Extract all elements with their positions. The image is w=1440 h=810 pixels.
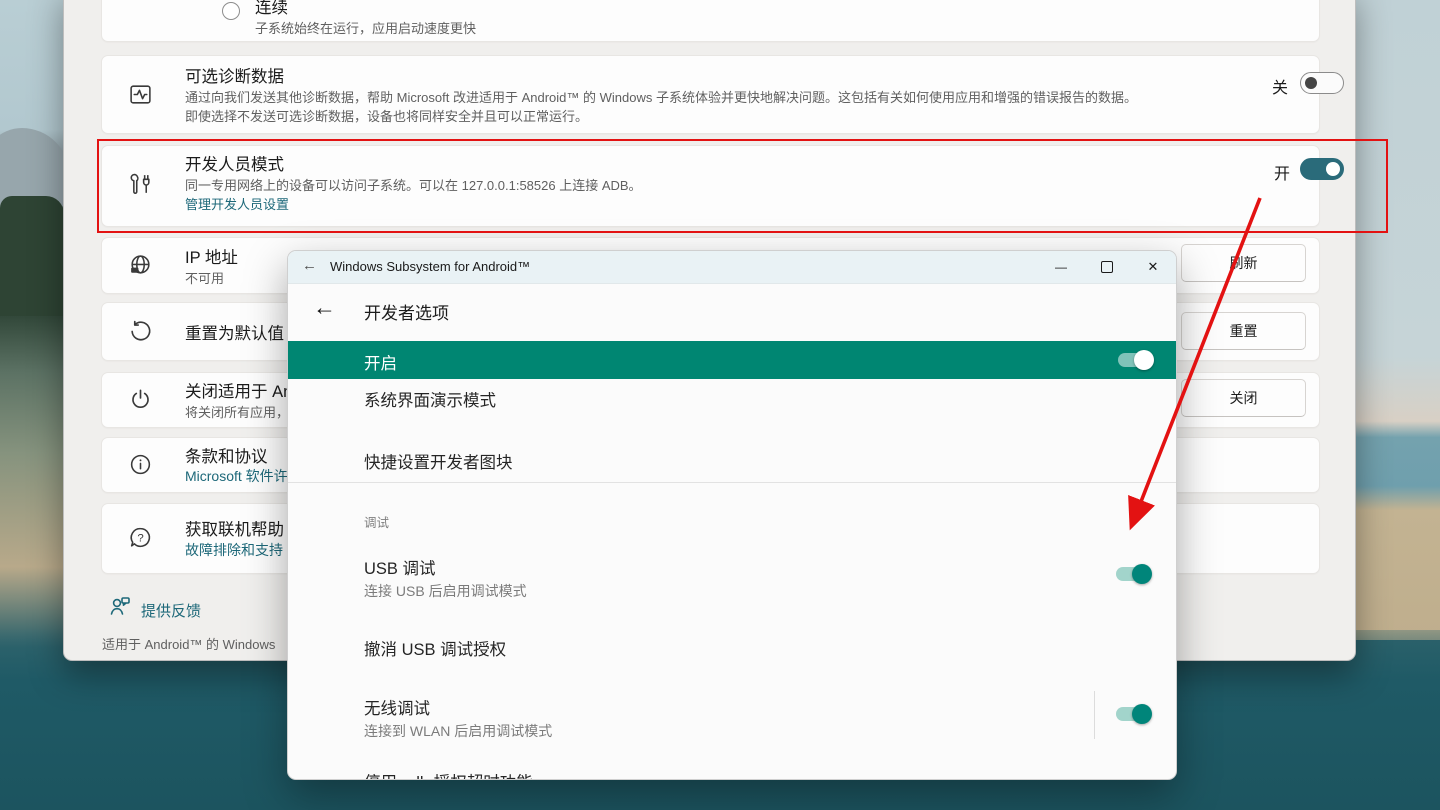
usb-debug-toggle[interactable] bbox=[1116, 564, 1154, 584]
diagnostic-desc-2: 即使选择不发送可选诊断数据，设备也将同样安全并且可以正常运行。 bbox=[185, 106, 588, 125]
close-button[interactable]: ✕ bbox=[1130, 251, 1176, 282]
footer-note: 适用于 Android™ 的 Windows bbox=[102, 634, 275, 653]
section-label-debug: 调试 bbox=[364, 512, 389, 531]
maximize-button[interactable] bbox=[1084, 251, 1130, 282]
card-continuous: 连续 子系统始终在运行，应用启动速度更快 bbox=[101, 0, 1320, 42]
row-disable-adb-timeout[interactable]: 停用 adb 授权超时功能 bbox=[364, 769, 533, 780]
row-usb-debug-subtitle: 连接 USB 后启用调试模式 bbox=[364, 581, 527, 601]
power-icon bbox=[128, 387, 153, 412]
developer-options-back-icon[interactable]: ← bbox=[313, 294, 336, 321]
help-title: 获取联机帮助 bbox=[185, 516, 284, 540]
reset-button[interactable]: 重置 bbox=[1181, 312, 1306, 350]
row-usb-debug-title[interactable]: USB 调试 bbox=[364, 555, 436, 579]
continuous-desc: 子系统始终在运行，应用启动速度更快 bbox=[255, 18, 476, 37]
dialog-titlebar[interactable]: ← Windows Subsystem for Android™ — ✕ bbox=[288, 251, 1176, 284]
shutdown-button[interactable]: 关闭 bbox=[1181, 379, 1306, 417]
row-wireless-debug-title[interactable]: 无线调试 bbox=[364, 695, 430, 719]
ip-globe-icon bbox=[128, 253, 153, 278]
shutdown-title: 关闭适用于 And bbox=[185, 378, 301, 402]
diagnostic-data-icon bbox=[128, 82, 153, 107]
row-wireless-debug-subtitle: 连接到 WLAN 后启用调试模式 bbox=[364, 721, 552, 741]
desktop: 连续 子系统始终在运行，应用启动速度更快 可选诊断数据 通过向我们发送其他诊断数… bbox=[0, 0, 1440, 810]
diagnostic-title: 可选诊断数据 bbox=[185, 63, 284, 87]
ip-subtitle: 不可用 bbox=[185, 268, 224, 287]
card-diagnostic: 可选诊断数据 通过向我们发送其他诊断数据，帮助 Microsoft 改进适用于 … bbox=[101, 55, 1320, 134]
wireless-debug-toggle[interactable] bbox=[1116, 704, 1154, 724]
diagnostic-toggle[interactable] bbox=[1300, 72, 1344, 94]
wallpaper-left-strip bbox=[0, 0, 64, 810]
close-icon: ✕ bbox=[1148, 259, 1159, 275]
feedback-link[interactable]: 提供反馈 bbox=[141, 600, 201, 621]
titlebar-back-icon[interactable]: ← bbox=[302, 257, 317, 274]
help-troubleshoot-link[interactable]: 故障排除和支持 | bbox=[185, 540, 291, 560]
wireless-row-separator bbox=[1094, 691, 1095, 739]
developer-options-master-bar[interactable]: 开启 bbox=[288, 341, 1176, 379]
shutdown-subtitle: 将关闭所有应用， bbox=[185, 402, 289, 421]
minimize-icon: — bbox=[1055, 260, 1067, 274]
terms-license-link[interactable]: Microsoft 软件许可 bbox=[185, 466, 302, 486]
reset-icon bbox=[128, 319, 153, 344]
wsa-developer-options-window: ← Windows Subsystem for Android™ — ✕ ← 开… bbox=[287, 250, 1177, 780]
developer-options-master-toggle[interactable] bbox=[1118, 350, 1156, 370]
svg-text:?: ? bbox=[137, 533, 143, 545]
info-icon bbox=[128, 452, 153, 477]
maximize-icon bbox=[1101, 261, 1113, 273]
annotation-highlight-box bbox=[97, 139, 1388, 233]
feedback-icon bbox=[108, 594, 132, 618]
help-icon: ? bbox=[128, 525, 153, 550]
diagnostic-toggle-label: 关 bbox=[1272, 74, 1288, 98]
wallpaper-trees bbox=[0, 196, 64, 316]
row-quick-settings-tile[interactable]: 快捷设置开发者图块 bbox=[364, 449, 513, 473]
ip-title: IP 地址 bbox=[185, 244, 238, 268]
row-revoke-usb-auth[interactable]: 撤消 USB 调试授权 bbox=[364, 636, 506, 660]
reset-title: 重置为默认值 bbox=[185, 320, 284, 344]
terms-title: 条款和协议 bbox=[185, 443, 268, 467]
developer-options-title: 开发者选项 bbox=[364, 299, 449, 324]
minimize-button[interactable]: — bbox=[1038, 251, 1084, 282]
dialog-window-title: Windows Subsystem for Android™ bbox=[330, 259, 530, 274]
section-divider bbox=[288, 482, 1176, 483]
refresh-button[interactable]: 刷新 bbox=[1181, 244, 1306, 282]
row-demo-mode[interactable]: 系统界面演示模式 bbox=[364, 387, 496, 411]
diagnostic-desc-1: 通过向我们发送其他诊断数据，帮助 Microsoft 改进适用于 Android… bbox=[185, 87, 1137, 106]
continuous-radio[interactable] bbox=[222, 2, 240, 20]
continuous-label: 连续 bbox=[255, 0, 288, 18]
master-toggle-label: 开启 bbox=[364, 350, 397, 374]
